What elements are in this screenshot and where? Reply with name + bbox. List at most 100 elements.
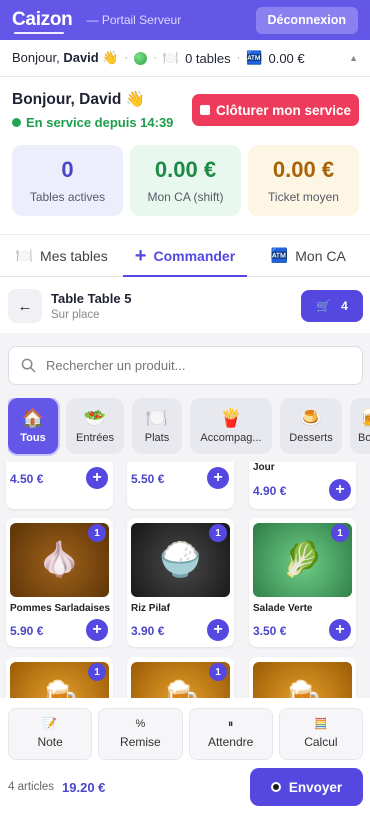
order-actions: 📝 Note % Remise ⏸ Attendre 🧮 Calcul: [8, 708, 363, 760]
product-name: Pommes Sarladaises: [10, 603, 111, 614]
kpi-shift-revenue: 0.00 € Mon CA (shift): [130, 145, 241, 216]
product-card[interactable]: 🥬 1 Salade Verte 3.50 € +: [249, 518, 356, 647]
action-label: Calcul: [304, 735, 338, 749]
product-card[interactable]: 🧄 1 Pommes Sarladaises 5.90 € +: [6, 518, 113, 647]
add-plus-icon[interactable]: +: [86, 619, 108, 641]
house-icon: 🏠: [21, 407, 45, 428]
quantity-badge: 1: [209, 524, 227, 542]
product-card[interactable]: 🍚 1 Riz Pilaf 3.90 € +: [127, 518, 234, 647]
note-button[interactable]: 📝 Note: [8, 708, 93, 760]
status-ca: 0.00 €: [268, 50, 305, 66]
product-card[interactable]: Jour 4.90 € +: [249, 462, 356, 509]
product-card[interactable]: 🍺 1: [127, 657, 234, 698]
product-card[interactable]: 4.50 € +: [6, 462, 113, 509]
tab-order[interactable]: + Commander: [123, 235, 247, 277]
category-all[interactable]: 🏠 Tous: [8, 398, 58, 454]
separator: ·: [153, 52, 157, 64]
category-label: Bo: [358, 431, 370, 444]
action-label: Attendre: [207, 735, 254, 749]
collapse-caret-icon[interactable]: ▲: [349, 53, 358, 63]
action-label: Remise: [120, 735, 161, 749]
category-desserts[interactable]: 🍮 Desserts: [280, 398, 342, 454]
product-grid: 4.50 € + 5.50 € + Jour 4.90 € + 🧄 1 Pomm…: [0, 462, 370, 698]
calculator-icon: 🧮: [314, 718, 328, 730]
kpi-label: Ticket moyen: [268, 190, 339, 204]
quantity-badge: 1: [88, 663, 106, 681]
percent-icon: %: [135, 718, 146, 730]
back-arrow-icon[interactable]: ←: [8, 289, 42, 323]
product-price: 5.90 €: [10, 624, 44, 638]
product-search-input[interactable]: Rechercher un produit...: [8, 346, 363, 385]
tab-my-tables[interactable]: 🍽️ Mes tables: [0, 235, 123, 276]
kpi-active-tables: 0 Tables actives: [12, 145, 123, 216]
quantity-badge: 1: [331, 524, 349, 542]
category-label: Desserts: [289, 431, 333, 444]
add-plus-icon[interactable]: +: [207, 619, 229, 641]
product-card[interactable]: 🍺: [249, 657, 356, 698]
brand-underline: [14, 32, 64, 34]
brand-logo: Caizon: [12, 9, 73, 34]
table-name: Table Table 5: [51, 291, 132, 306]
calculator-button[interactable]: 🧮 Calcul: [278, 708, 363, 760]
kpi-value: 0.00 €: [154, 157, 217, 182]
category-mains[interactable]: 🍽️ Plats: [132, 398, 182, 454]
order-footer: 4 articles 19.20 € Envoyer: [8, 768, 363, 806]
tab-label: Mes tables: [40, 247, 108, 264]
product-price: 3.50 €: [253, 624, 287, 638]
category-label: Accompag...: [200, 431, 262, 444]
greeting-section: Bonjour, David 👋 En service depuis 14:39…: [12, 90, 359, 130]
kpi-cards: 0 Tables actives 0.00 € Mon CA (shift) 0…: [12, 145, 359, 216]
product-price: 4.50 €: [10, 472, 44, 486]
category-starters[interactable]: 🥗 Entrées: [66, 398, 124, 454]
status-bar[interactable]: Bonjour, David 👋 · · 🍽️ 0 tables · 🏧 0.0…: [0, 40, 370, 77]
order-total: 19.20 €: [62, 779, 106, 795]
brand-name: Caizon: [12, 9, 73, 30]
add-plus-icon[interactable]: +: [329, 479, 351, 501]
main-tabs: 🍽️ Mes tables + Commander 🏧 Mon CA: [0, 234, 370, 277]
plate-icon: 🍽️: [162, 50, 180, 65]
pause-icon: ⏸: [227, 718, 234, 730]
add-plus-icon[interactable]: +: [86, 467, 108, 489]
table-service-type: Sur place: [51, 309, 100, 321]
tab-label: Commander: [153, 247, 236, 264]
kpi-average-ticket: 0.00 € Ticket moyen: [248, 145, 359, 216]
product-price: 4.90 €: [253, 484, 287, 498]
tab-my-revenue[interactable]: 🏧 Mon CA: [247, 235, 370, 276]
category-label: Plats: [144, 431, 170, 444]
discount-button[interactable]: % Remise: [98, 708, 183, 760]
tab-label: Mon CA: [295, 247, 346, 264]
plus-icon: +: [134, 244, 147, 267]
product-name: Salade Verte: [253, 603, 313, 614]
table-info: Table Table 5 Sur place: [51, 291, 131, 321]
product-name: Riz Pilaf: [131, 603, 170, 614]
send-order-button[interactable]: Envoyer: [250, 768, 363, 806]
product-card[interactable]: 🍺 1: [6, 657, 113, 698]
product-card[interactable]: 5.50 € +: [127, 462, 234, 509]
item-count: 4 articles: [8, 781, 55, 793]
atm-icon: 🏧: [246, 50, 263, 65]
service-status: En service depuis 14:39: [12, 115, 173, 130]
beer-icon: 🍺: [253, 662, 352, 698]
fries-icon: 🍟: [219, 407, 243, 428]
kpi-value: 0.00 €: [272, 157, 335, 182]
plate-icon: 🍽️: [145, 407, 169, 428]
pudding-icon: 🍮: [299, 407, 323, 428]
kpi-label: Tables actives: [29, 190, 106, 204]
category-drinks[interactable]: 🍺 Bo: [350, 398, 370, 454]
top-bar: Caizon — Portail Serveur Déconnexion: [0, 0, 370, 40]
quantity-badge: 1: [88, 524, 106, 542]
hold-button[interactable]: ⏸ Attendre: [188, 708, 273, 760]
category-sides[interactable]: 🍟 Accompag...: [190, 398, 272, 454]
category-label: Tous: [20, 431, 46, 444]
add-plus-icon[interactable]: +: [207, 467, 229, 489]
logout-button[interactable]: Déconnexion: [255, 6, 358, 34]
online-status-icon: [134, 51, 148, 65]
action-label: Note: [37, 735, 63, 749]
plate-icon: 🍽️: [15, 247, 34, 263]
close-service-button[interactable]: Clôturer mon service: [192, 94, 359, 126]
stop-icon: [199, 105, 210, 115]
add-plus-icon[interactable]: +: [329, 619, 351, 641]
portal-label: — Portail Serveur: [86, 13, 182, 27]
cart-button[interactable]: 🛒 4: [301, 290, 363, 322]
status-greeting-prefix: Bonjour,: [12, 50, 60, 65]
